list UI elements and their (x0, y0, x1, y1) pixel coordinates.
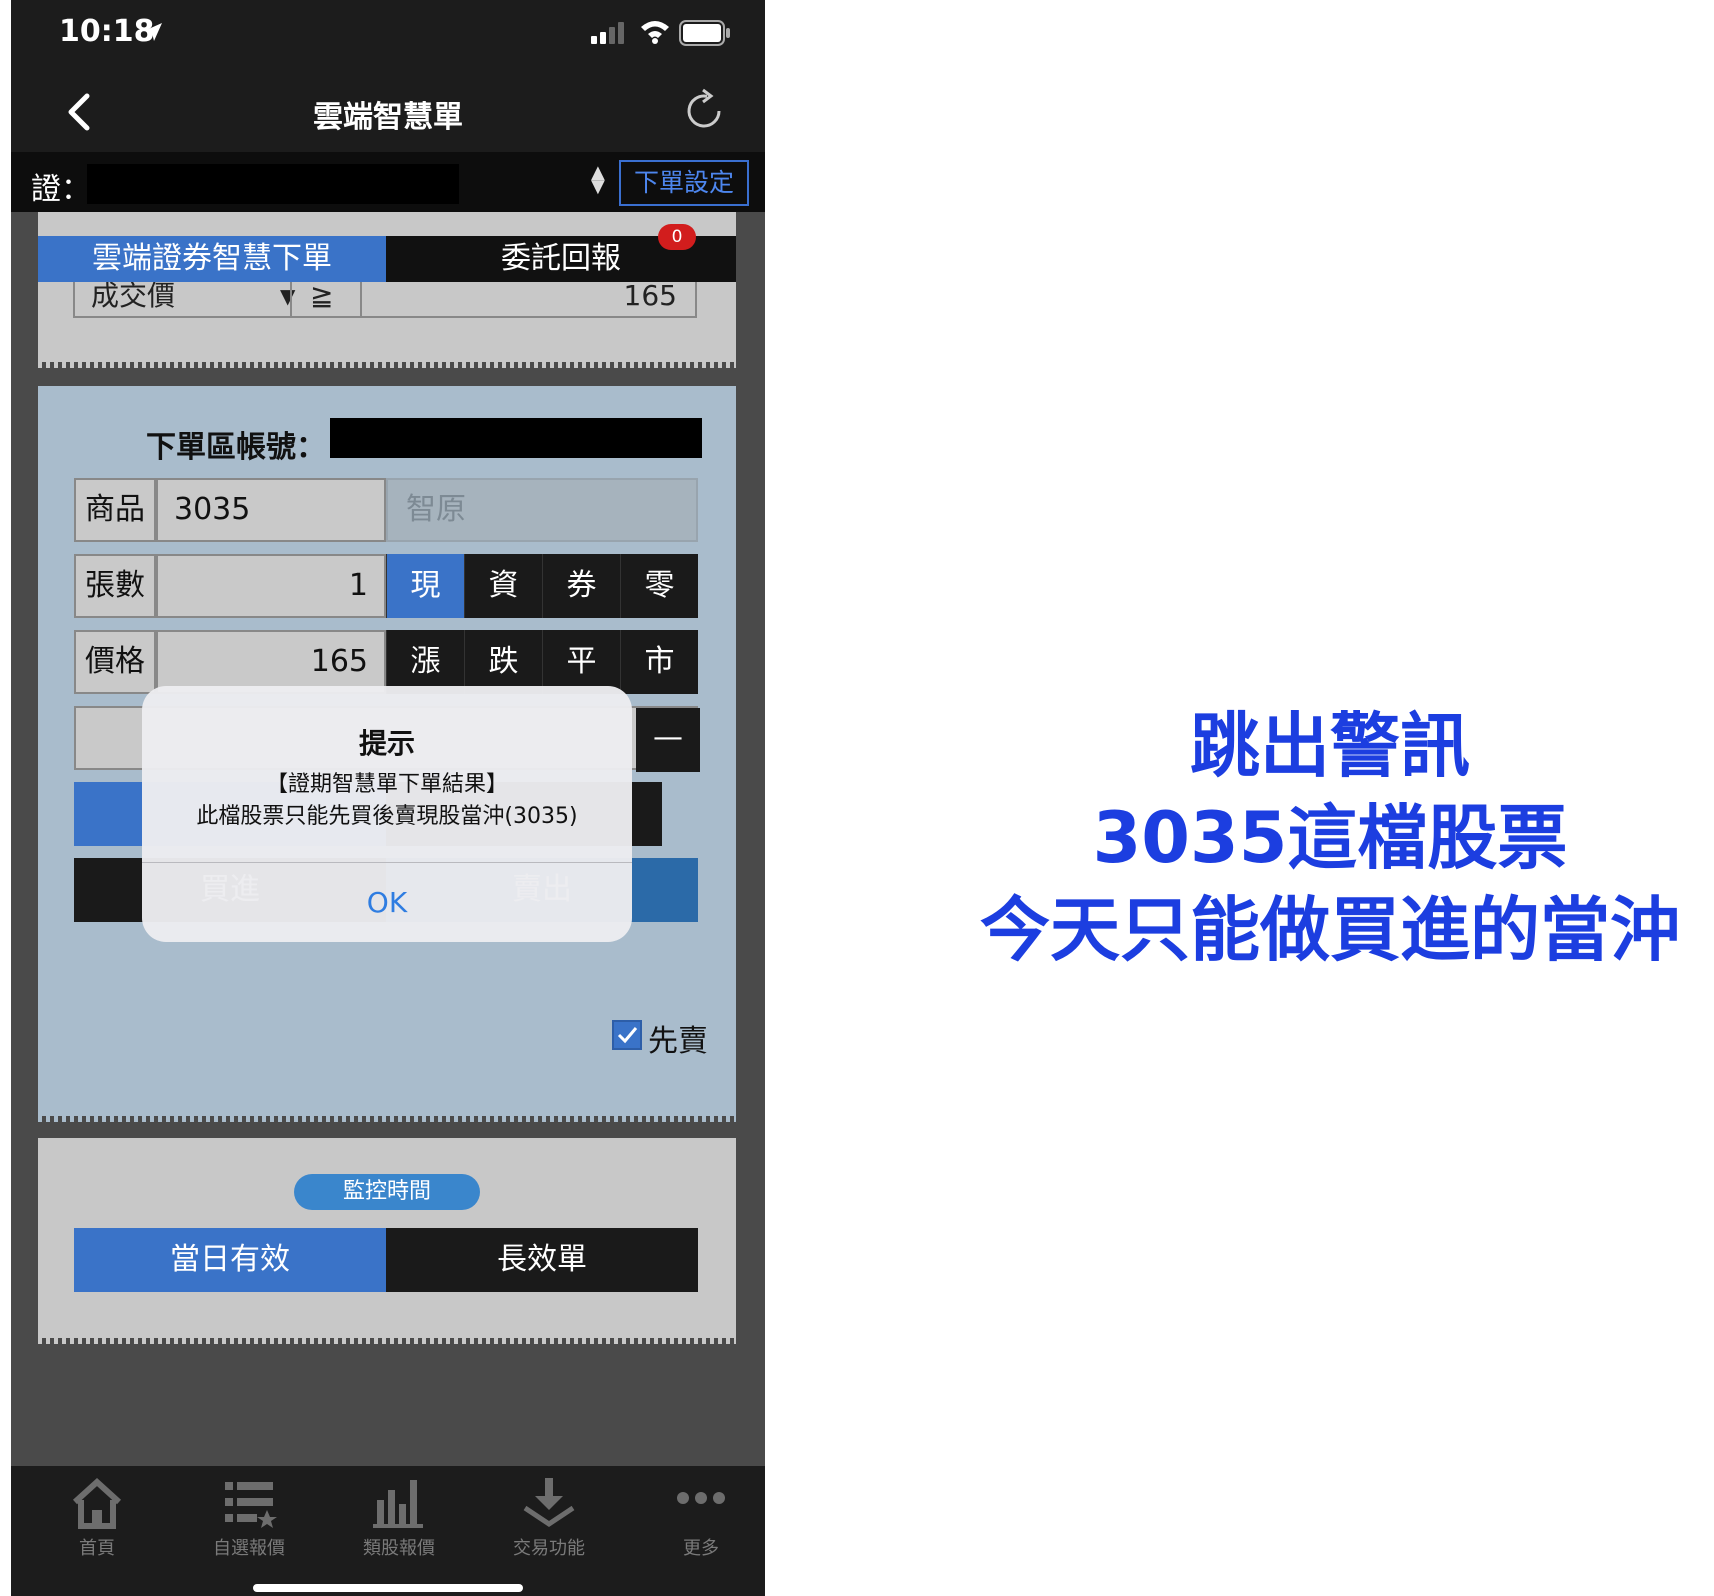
phone-screen: 10:18 雲端智慧單 證： ▲ ▼ 下單設定 成交價 ▼ ≧ 165 雲端證券… (11, 0, 765, 1596)
tab-trading-label: 交易功能 (513, 1538, 585, 1559)
account-label: 證： (31, 172, 91, 207)
type-margin-button[interactable]: 資 (464, 554, 542, 618)
quantity-label: 張數 (74, 554, 156, 618)
alert-message: 此檔股票只能先買後賣現股當沖(3035) (196, 804, 578, 829)
product-name: 智原 (386, 478, 698, 542)
condition-card: 成交價 ▼ ≧ 165 (38, 212, 736, 368)
monitor-time-label: 監控時間 (294, 1174, 480, 1210)
checkbox-checked-icon[interactable] (612, 1020, 642, 1050)
order-account-label: 下單區帳號： (146, 430, 326, 465)
tab-sector-quotes-label: 類股報價 (363, 1538, 435, 1559)
long-term-order-button[interactable]: 長效單 (386, 1228, 698, 1292)
account-selector-redacted[interactable] (87, 164, 459, 204)
price-limit-down-button[interactable]: 跌 (464, 630, 542, 694)
tab-watchlist[interactable]: 自選報價 (179, 1476, 319, 1566)
price-limit-up-button[interactable]: 漲 (386, 630, 464, 694)
report-count-badge: 0 (658, 224, 696, 250)
account-bar: 證： ▲ ▼ 下單設定 (11, 152, 765, 212)
alert-ok-button[interactable]: OK (142, 863, 632, 942)
tab-trading[interactable]: 交易功能 (479, 1476, 619, 1566)
sell-first-label: 先賣 (648, 1024, 708, 1059)
bottom-tab-bar: 首頁 自選報價 類股報價 交易功能 更多 (11, 1466, 765, 1596)
alert-title: 提示 (358, 727, 415, 760)
tab-cloud-order[interactable]: 雲端證券智慧下單 (38, 236, 386, 282)
alert-dialog: 提示 【證期智慧單下單結果】 此檔股票只能先買後賣現股當沖(3035) OK (142, 686, 632, 942)
navigation-bar: 雲端智慧單 (11, 72, 765, 152)
card-edge (38, 1114, 736, 1122)
card-edge (38, 1336, 736, 1344)
wifi-icon (641, 21, 669, 44)
price-row: 價格 165 漲 跌 平 市 (74, 630, 698, 694)
more-dots-icon (677, 1492, 725, 1504)
product-label: 商品 (74, 478, 156, 542)
refresh-icon[interactable] (681, 88, 727, 134)
product-code-input[interactable]: 3035 (156, 478, 386, 542)
order-account-redacted (330, 418, 702, 458)
location-arrow-icon (144, 23, 162, 41)
list-star-icon (225, 1482, 277, 1528)
quantity-input[interactable]: 1 (156, 554, 386, 618)
screenshot-stage: 10:18 雲端智慧單 證： ▲ ▼ 下單設定 成交價 ▼ ≧ 165 雲端證券… (0, 0, 1714, 1596)
tab-sector-quotes[interactable]: 類股報價 (329, 1476, 469, 1566)
card-edge (38, 360, 736, 368)
tab-more[interactable]: 更多 (631, 1476, 765, 1566)
home-icon (72, 1477, 122, 1529)
type-short-button[interactable]: 券 (542, 554, 620, 618)
tab-more-label: 更多 (683, 1538, 719, 1559)
type-cash-button[interactable]: 現 (386, 554, 464, 618)
operator-select[interactable]: ≧ (290, 276, 360, 316)
price-label: 價格 (74, 630, 156, 694)
monitor-card: 監控時間 當日有效 長效單 (38, 1138, 736, 1344)
quantity-row: 張數 1 現 資 券 零 (74, 554, 698, 618)
product-row: 商品 3035 智原 (74, 478, 698, 542)
battery-icon (679, 20, 730, 46)
price-market-button[interactable]: 市 (620, 630, 698, 694)
condition-select[interactable]: 成交價 (91, 276, 261, 316)
annotation-line-3: 今天只能做買進的當沖 (980, 889, 1680, 971)
annotation-line-1: 跳出警訊 (1190, 705, 1470, 787)
condition-value[interactable]: 165 (360, 276, 695, 316)
bar-chart-icon (373, 1480, 423, 1528)
download-tray-icon (523, 1478, 575, 1528)
price-flat-button[interactable]: 平 (542, 630, 620, 694)
order-settings-button[interactable]: 下單設定 (619, 160, 749, 206)
home-indicator (253, 1584, 523, 1592)
day-order-button[interactable]: 當日有效 (74, 1228, 386, 1292)
tab-home[interactable]: 首頁 (27, 1476, 167, 1566)
tab-watchlist-label: 自選報價 (213, 1538, 285, 1559)
tab-strip: 雲端證券智慧下單 委託回報 0 (38, 224, 736, 282)
updown-arrows-icon[interactable]: ▲ ▼ (591, 164, 605, 196)
price-input[interactable]: 165 (156, 630, 386, 694)
tab-home-label: 首頁 (79, 1538, 115, 1559)
alert-message-heading: 【證期智慧單下單結果】 (265, 772, 508, 797)
annotation-text: 跳出警訊 3035這檔股票 今天只能做買進的當沖 (960, 700, 1700, 976)
minus-button[interactable]: — (636, 708, 700, 772)
type-odd-lot-button[interactable]: 零 (620, 554, 698, 618)
cell-signal-icon (591, 22, 624, 44)
status-bar: 10:18 (11, 0, 765, 72)
annotation-line-2: 3035這檔股票 (1092, 797, 1568, 879)
page-title: 雲端智慧單 (313, 100, 463, 135)
